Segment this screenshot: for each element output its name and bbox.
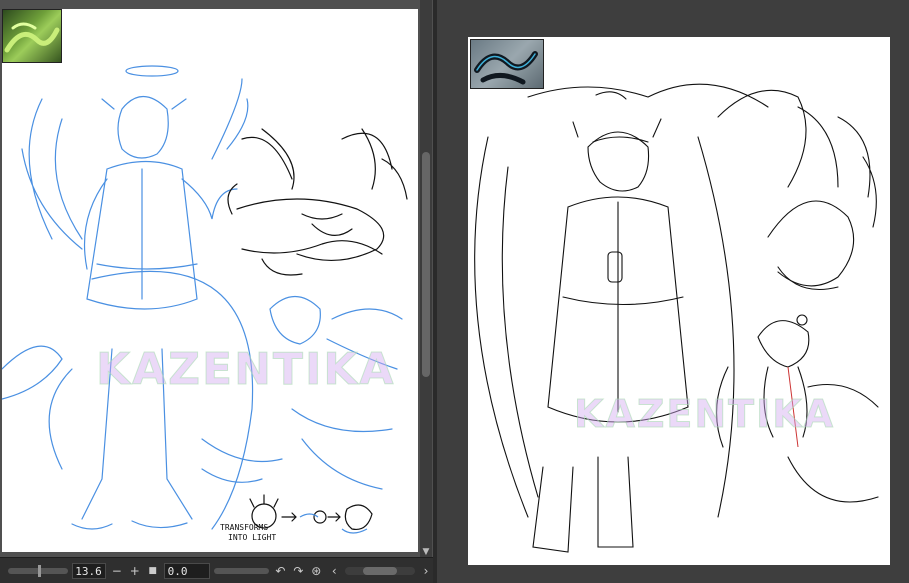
blue-sketch-drawing [2,65,408,534]
fit-to-window-icon[interactable]: ■ [146,563,160,579]
navigator-statusbar: 13.6 − + ■ 0.0 ↶ ↷ ⊛ ‹ › [0,557,433,583]
rotation-value-field[interactable]: 0.0 [163,562,210,579]
scroll-left-icon[interactable]: ‹ [327,563,341,579]
horizontal-scrollbar[interactable] [345,566,416,575]
zoom-out-icon[interactable]: − [110,563,124,579]
zoom-in-icon[interactable]: + [128,563,142,579]
rotate-right-icon[interactable]: ↷ [291,563,305,579]
green-snake-photo-icon [2,9,62,63]
left-canvas-view: KAZENTIKA TRANSFORMS INTO LIGHT ▼ 13.6 −… [0,0,433,583]
caption-line-2: INTO LIGHT [228,533,277,542]
zoom-value-field[interactable]: 13.6 [71,562,106,579]
reset-rotation-icon[interactable]: ⊛ [309,563,323,579]
caption-line-1: TRANSFORMS [220,523,269,532]
vertical-scrollbar-thumb[interactable] [422,152,430,377]
right-canvas[interactable]: KAZENTIKA [468,37,890,565]
left-canvas[interactable]: KAZENTIKA TRANSFORMS INTO LIGHT [2,9,418,552]
rotation-slider[interactable] [213,567,270,574]
vertical-scrollbar[interactable]: ▼ [420,0,432,560]
zoom-slider[interactable] [8,564,68,577]
ink-line-drawing [474,83,879,553]
right-canvas-view: KAZENTIKA [437,0,909,583]
rotate-left-icon[interactable]: ↶ [273,563,287,579]
black-snake-photo-icon [470,39,544,89]
scroll-right-icon[interactable]: › [419,563,433,579]
